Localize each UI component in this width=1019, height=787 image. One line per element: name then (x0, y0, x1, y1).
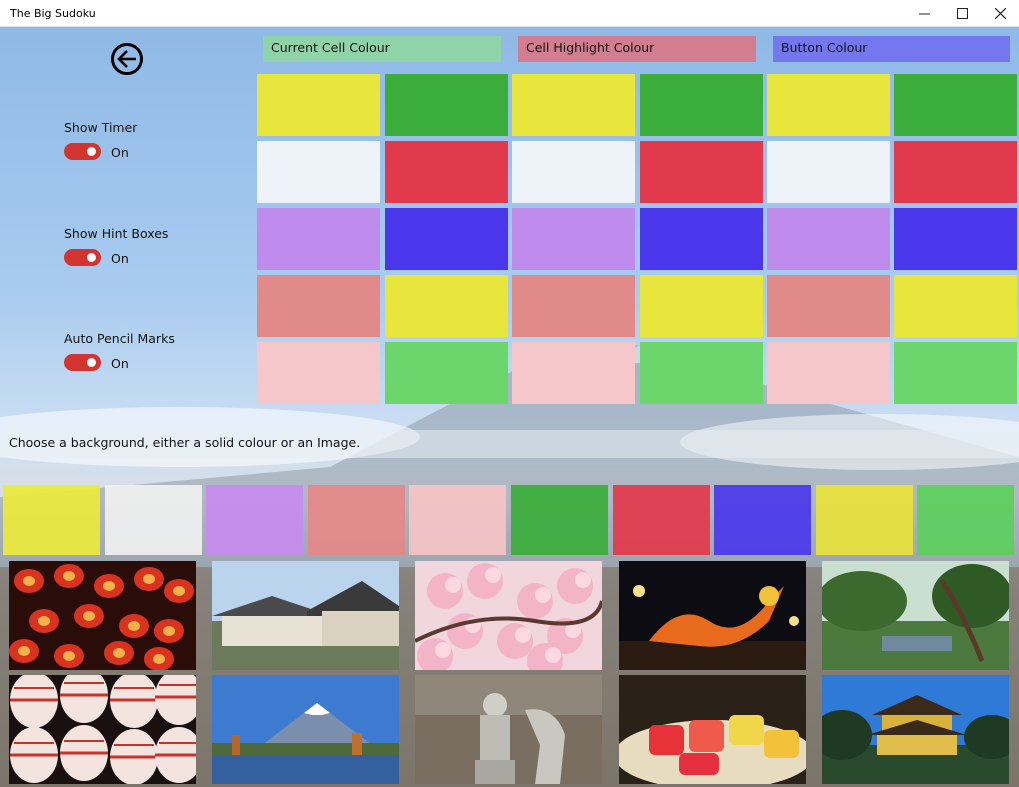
palette-swatch[interactable] (894, 342, 1017, 404)
palette-swatch[interactable] (894, 208, 1017, 270)
background-colour-swatch[interactable] (612, 485, 710, 555)
mount-fuji-lake-image[interactable] (212, 675, 399, 784)
show-timer-label: Show Timer (64, 120, 138, 135)
palette-swatch[interactable] (257, 208, 380, 270)
palette-swatch[interactable] (767, 141, 890, 203)
show-hint-boxes-toggle[interactable] (64, 249, 101, 266)
palette-swatch[interactable] (385, 141, 508, 203)
minimize-button[interactable] (905, 0, 943, 27)
palette-swatch[interactable] (512, 342, 635, 404)
close-icon (994, 8, 1006, 19)
show-hint-boxes-label: Show Hint Boxes (64, 226, 169, 241)
background-colour-swatch[interactable] (511, 485, 608, 555)
palette-swatch[interactable] (512, 275, 635, 337)
close-button[interactable] (981, 0, 1019, 27)
back-button[interactable] (111, 43, 143, 75)
paper-lanterns-image[interactable] (9, 675, 196, 784)
cherry-blossom-image[interactable] (415, 561, 602, 670)
palette-swatch[interactable] (385, 74, 508, 136)
background-colour-swatch[interactable] (307, 485, 405, 555)
palette-swatch[interactable] (767, 74, 890, 136)
japanese-temple-image[interactable] (212, 561, 399, 670)
palette-swatch[interactable] (767, 342, 890, 404)
japanese-garden-image[interactable] (822, 561, 1009, 670)
cell-highlight-colour-header: Cell Highlight Colour (518, 36, 756, 62)
background-colour-swatch[interactable] (104, 485, 202, 555)
palette-swatch[interactable] (640, 74, 763, 136)
palette-swatch[interactable] (640, 275, 763, 337)
maximize-button[interactable] (943, 0, 981, 27)
palette-swatch[interactable] (385, 342, 508, 404)
palette-swatch[interactable] (257, 342, 380, 404)
current-cell-colour-header: Current Cell Colour (263, 36, 501, 62)
palette-swatch[interactable] (257, 275, 380, 337)
samurai-statue-image[interactable] (415, 675, 602, 784)
palette-swatch[interactable] (767, 208, 890, 270)
window-title: The Big Sudoku (10, 7, 96, 20)
auto-pencil-marks-state: On (111, 356, 129, 371)
background-colour-swatch[interactable] (917, 485, 1015, 555)
palette-swatch[interactable] (894, 141, 1017, 203)
background-colour-swatch[interactable] (206, 485, 304, 555)
palette-swatch[interactable] (385, 275, 508, 337)
palette-swatch[interactable] (512, 74, 635, 136)
maximize-icon (956, 8, 968, 19)
auto-pencil-marks-toggle[interactable] (64, 354, 101, 371)
palette-swatch[interactable] (894, 275, 1017, 337)
palette-swatch[interactable] (767, 275, 890, 337)
palette-swatch[interactable] (894, 74, 1017, 136)
button-colour-header: Button Colour (773, 36, 1010, 62)
background-colour-swatch[interactable] (714, 485, 812, 555)
palette-swatch[interactable] (640, 342, 763, 404)
palette-swatch[interactable] (257, 141, 380, 203)
palette-swatch[interactable] (640, 141, 763, 203)
title-bar: The Big Sudoku (0, 0, 1019, 27)
background-colour-swatch[interactable] (3, 485, 100, 555)
golden-dragon-image[interactable] (619, 561, 806, 670)
sushi-plate-image[interactable] (619, 675, 806, 784)
show-timer-toggle[interactable] (64, 143, 101, 160)
background-instruction: Choose a background, either a solid colo… (0, 430, 1019, 458)
auto-pencil-marks-label: Auto Pencil Marks (64, 331, 175, 346)
arrow-left-icon (117, 50, 136, 68)
palette-swatch[interactable] (385, 208, 508, 270)
show-hint-boxes-state: On (111, 251, 129, 266)
background-colour-swatch[interactable] (815, 485, 913, 555)
palette-swatch[interactable] (640, 208, 763, 270)
background-colour-swatch[interactable] (409, 485, 507, 555)
palette-swatch[interactable] (512, 141, 635, 203)
minimize-icon (918, 13, 930, 15)
golden-pavilion-image[interactable] (822, 675, 1009, 784)
palette-swatch[interactable] (512, 208, 635, 270)
red-lanterns-image[interactable] (9, 561, 196, 670)
show-timer-state: On (111, 145, 129, 160)
palette-swatch[interactable] (257, 74, 380, 136)
